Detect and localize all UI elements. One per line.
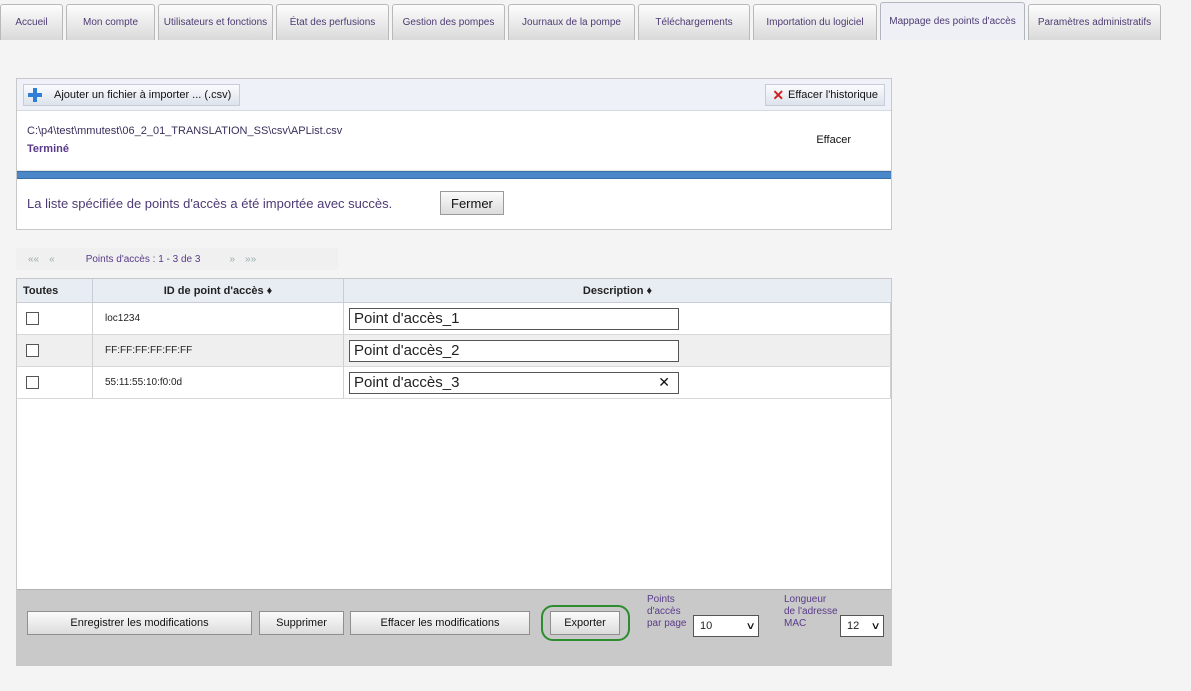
import-success-message: La liste spécifiée de points d'accès a é… <box>27 196 393 211</box>
access-point-id-header[interactable]: ID de point d'accès ♦ <box>93 279 344 302</box>
access-point-id: loc1234 <box>93 303 344 334</box>
import-toolbar: Ajouter un fichier à importer ... (.csv)… <box>17 79 891 111</box>
chevron-down-icon: ∨ <box>745 620 756 632</box>
chevron-down-icon: ∨ <box>870 620 881 632</box>
access-point-id: FF:FF:FF:FF:FF:FF <box>93 335 344 366</box>
pagination-summary: Points d'accès : 1 - 3 de 3 <box>85 253 201 265</box>
row-checkbox[interactable] <box>26 376 39 389</box>
description-value: Point d'accès_1 <box>354 310 460 327</box>
tab-software-import[interactable]: Importation du logiciel <box>753 4 877 40</box>
per-page-label: Points d'accès par page <box>647 594 687 629</box>
mac-length-value: 12 <box>847 620 860 632</box>
pagination: «« « Points d'accès : 1 - 3 de 3 » »» <box>16 248 338 270</box>
description-cell: Point d'accès_1 <box>344 303 891 334</box>
description-input[interactable]: Point d'accès_1 <box>349 307 679 330</box>
plus-icon <box>28 88 42 102</box>
clear-input-icon[interactable]: ✕ <box>658 374 674 391</box>
tab-my-account[interactable]: Mon compte <box>66 4 155 40</box>
description-input[interactable]: Point d'accès_3 ✕ <box>349 371 679 394</box>
tab-pump-management[interactable]: Gestion des pompes <box>392 4 505 40</box>
table-row: FF:FF:FF:FF:FF:FF Point d'accès_2 <box>17 335 891 367</box>
table-action-bar: Enregistrer les modifications Supprimer … <box>17 589 891 665</box>
access-point-id: 55:11:55:10:f0:0d <box>93 367 344 398</box>
main-tab-bar: Accueil Mon compte Utilisateurs et fonct… <box>0 0 1191 40</box>
row-checkbox[interactable] <box>26 312 39 325</box>
previous-page-button[interactable]: « <box>44 254 60 265</box>
clear-history-button[interactable]: ✕ Effacer l'historique <box>765 84 885 106</box>
tab-users-roles[interactable]: Utilisateurs et fonctions <box>158 4 273 40</box>
import-success-row: La liste spécifiée de points d'accès a é… <box>17 179 891 227</box>
description-value: Point d'accès_2 <box>354 342 460 359</box>
import-panel: Ajouter un fichier à importer ... (.csv)… <box>16 78 892 230</box>
description-cell: Point d'accès_3 ✕ <box>344 367 891 398</box>
export-button[interactable]: Exporter <box>550 611 620 635</box>
add-import-file-button[interactable]: Ajouter un fichier à importer ... (.csv) <box>23 84 241 106</box>
description-value: Point d'accès_3 <box>354 374 460 391</box>
table-empty-area <box>17 399 891 593</box>
first-page-button[interactable]: «« <box>16 254 44 265</box>
add-import-file-label: Ajouter un fichier à importer ... (.csv) <box>54 89 232 101</box>
per-page-value: 10 <box>700 620 713 632</box>
table-row: 55:11:55:10:f0:0d Point d'accès_3 ✕ <box>17 367 891 399</box>
tab-access-point-mapping[interactable]: Mappage des points d'accès <box>880 2 1025 40</box>
table-row: loc1234 Point d'accès_1 <box>17 303 891 335</box>
tab-pump-logs[interactable]: Journaux de la pompe <box>508 4 635 40</box>
description-input[interactable]: Point d'accès_2 <box>349 339 679 362</box>
description-cell: Point d'accès_2 <box>344 335 891 366</box>
select-all-header[interactable]: Toutes <box>17 279 93 302</box>
clear-history-label: Effacer l'historique <box>788 89 878 101</box>
row-select-cell <box>17 367 93 398</box>
next-page-button[interactable]: » <box>224 254 240 265</box>
row-checkbox[interactable] <box>26 344 39 357</box>
description-header[interactable]: Description ♦ <box>344 279 891 302</box>
import-file-path: C:\p4\test\mmutest\06_2_01_TRANSLATION_S… <box>27 125 343 137</box>
import-progress-bar <box>17 171 891 179</box>
row-select-cell <box>17 303 93 334</box>
close-icon: ✕ <box>772 87 785 103</box>
per-page-select[interactable]: 10 ∨ <box>693 615 759 637</box>
tab-downloads[interactable]: Téléchargements <box>638 4 750 40</box>
mac-length-label: Longueur de l'adresse MAC <box>784 594 838 629</box>
mac-length-select[interactable]: 12 ∨ <box>840 615 884 637</box>
delete-button[interactable]: Supprimer <box>259 611 344 635</box>
access-point-table-panel: Toutes ID de point d'accès ♦ Description… <box>16 278 892 666</box>
last-page-button[interactable]: »» <box>240 254 261 265</box>
tab-infusion-status[interactable]: État des perfusions <box>276 4 389 40</box>
tab-home[interactable]: Accueil <box>0 4 63 40</box>
tab-admin-settings[interactable]: Paramètres administratifs <box>1028 4 1161 40</box>
clear-file-link[interactable]: Effacer <box>816 134 851 146</box>
import-file-status: Terminé <box>27 143 69 155</box>
close-message-button[interactable]: Fermer <box>440 191 504 215</box>
import-file-row: C:\p4\test\mmutest\06_2_01_TRANSLATION_S… <box>17 111 891 171</box>
row-select-cell <box>17 335 93 366</box>
save-changes-button[interactable]: Enregistrer les modifications <box>27 611 252 635</box>
table-header: Toutes ID de point d'accès ♦ Description… <box>17 279 891 303</box>
clear-changes-button[interactable]: Effacer les modifications <box>350 611 530 635</box>
